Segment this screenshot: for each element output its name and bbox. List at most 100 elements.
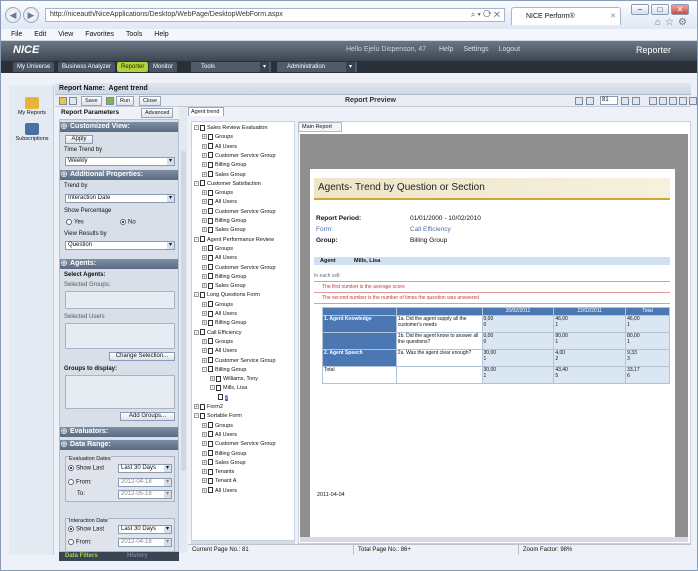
logout-link[interactable]: Logout: [499, 46, 520, 53]
apply-button[interactable]: Apply: [65, 135, 93, 144]
int-show-last-radio[interactable]: Show Last: [68, 526, 104, 533]
expand-icon[interactable]: +: [202, 431, 207, 437]
export-icon[interactable]: [659, 97, 667, 105]
agents-header[interactable]: Agents:: [60, 259, 178, 269]
expand-icon[interactable]: +: [202, 320, 207, 326]
expand-icon[interactable]: +: [202, 162, 207, 168]
close-button[interactable]: Close: [139, 96, 162, 106]
tree-node[interactable]: + Billing Group: [202, 319, 247, 327]
expand-icon[interactable]: +: [202, 301, 207, 307]
customized-view-header[interactable]: Customized View:: [60, 122, 178, 132]
change-selection-button[interactable]: Change Selection...: [109, 352, 175, 361]
zoom-icon[interactable]: [669, 97, 677, 105]
browser-tab[interactable]: NICE Perform® ✕: [511, 7, 621, 25]
int-range-select[interactable]: Last 30 Days: [118, 525, 172, 534]
tree-tab[interactable]: Agent trend: [188, 107, 224, 116]
params-scrollbar[interactable]: [181, 151, 186, 471]
expand-icon[interactable]: +: [202, 469, 207, 475]
prev-page-icon[interactable]: [586, 97, 594, 105]
menu-favorites[interactable]: Favorites: [85, 29, 114, 41]
eval-range-select[interactable]: Last 30 Days: [118, 464, 172, 473]
tree-node[interactable]: + All Users: [202, 143, 237, 151]
expand-icon[interactable]: +: [202, 487, 207, 493]
expand-icon[interactable]: +: [202, 134, 207, 140]
menu-view[interactable]: View: [58, 29, 73, 41]
tree-node[interactable]: + Billing Group: [202, 217, 247, 225]
tree-node[interactable]: + Sales Group: [202, 226, 246, 234]
expand-icon[interactable]: +: [202, 357, 207, 363]
tree-node[interactable]: - Sortable Form: [194, 412, 242, 420]
next-page-icon[interactable]: [621, 97, 629, 105]
time-trend-select[interactable]: Weekly: [65, 157, 175, 166]
tree-node[interactable]: + Sales Group: [202, 459, 246, 467]
expand-icon[interactable]: +: [202, 255, 207, 261]
tree-node[interactable]: + Billing Group: [202, 273, 247, 281]
expand-icon[interactable]: +: [202, 227, 207, 233]
save-button[interactable]: Save: [81, 96, 102, 106]
tree-node[interactable]: + Tenant A: [202, 477, 236, 485]
expand-icon[interactable]: +: [202, 245, 207, 251]
tree-node[interactable]: + All Users: [202, 254, 237, 262]
maximize-icon[interactable]: □: [651, 4, 669, 15]
tree-node[interactable]: - Customer Satisfaction: [194, 180, 261, 188]
expand-icon[interactable]: +: [202, 478, 207, 484]
tree-node[interactable]: - Call Efficiency: [194, 329, 241, 337]
edit-icon[interactable]: [59, 97, 67, 105]
expand-icon[interactable]: +: [202, 218, 207, 224]
expand-icon[interactable]: +: [202, 441, 207, 447]
trend-by-select[interactable]: Interaction Date: [65, 194, 175, 203]
tree-node[interactable]: + All Users: [202, 310, 237, 318]
first-page-icon[interactable]: [575, 97, 583, 105]
collapse-icon[interactable]: -: [194, 125, 199, 131]
tree-node[interactable]: + Customer Service Group: [202, 208, 276, 216]
tree-node[interactable]: + Form2: [194, 403, 223, 411]
forward-icon[interactable]: ▶: [23, 7, 39, 23]
collapse-icon[interactable]: -: [194, 292, 199, 298]
expand-icon[interactable]: +: [202, 152, 207, 158]
expand-icon[interactable]: +: [202, 283, 207, 289]
expand-icon[interactable]: +: [202, 422, 207, 428]
tree-node[interactable]: - Billing Group: [202, 366, 247, 374]
expand-icon[interactable]: +: [202, 459, 207, 465]
run-icon[interactable]: [106, 97, 114, 105]
browser-tools-icons[interactable]: ⌂☆⚙: [655, 17, 691, 28]
tree-node[interactable]: + Customer Service Group: [202, 264, 276, 272]
tab-history[interactable]: History: [127, 552, 148, 561]
expand-icon[interactable]: +: [202, 190, 207, 196]
tree-node[interactable]: + Customer Service Group: [202, 152, 276, 160]
collapse-icon[interactable]: -: [210, 385, 215, 391]
tree-node[interactable]: + Groups: [202, 301, 233, 309]
expand-icon[interactable]: +: [194, 404, 199, 410]
eval-to-date[interactable]: 2012-05-18: [118, 490, 172, 499]
eval-from-radio[interactable]: From:: [68, 479, 92, 486]
tree-node[interactable]: + Sales Group: [202, 171, 246, 179]
tree-node[interactable]: - Mills, Lisa: [210, 384, 247, 392]
add-groups-button[interactable]: Add Groups...: [120, 412, 175, 421]
selected-groups-list[interactable]: [65, 291, 175, 309]
tree-node[interactable]: + Sales Group: [202, 282, 246, 290]
minimize-icon[interactable]: –: [631, 4, 649, 15]
open-icon[interactable]: [69, 97, 77, 105]
collapse-icon[interactable]: -: [202, 366, 207, 372]
expand-icon[interactable]: +: [202, 450, 207, 456]
tree-node[interactable]: - Long Questions Form: [194, 291, 260, 299]
additional-properties-header[interactable]: Additional Properties:: [60, 170, 178, 180]
menu-file[interactable]: File: [11, 29, 22, 41]
expand-icon[interactable]: +: [202, 311, 207, 317]
expand-icon[interactable]: +: [202, 171, 207, 177]
run-button[interactable]: Run: [116, 96, 135, 106]
module-business-analyzer[interactable]: Business Analyzer: [58, 62, 116, 72]
collapse-icon[interactable]: -: [194, 180, 199, 186]
tree-node[interactable]: + Groups: [202, 189, 233, 197]
menu-edit[interactable]: Edit: [34, 29, 46, 41]
module-my-universe[interactable]: My Universe: [13, 62, 55, 72]
tree-node[interactable]: + Groups: [202, 245, 233, 253]
nav-subscriptions[interactable]: Subscriptions: [14, 123, 50, 142]
tree-node[interactable]: + Williams, Tony: [210, 375, 258, 383]
tree-node[interactable]: + Billing Group: [202, 450, 247, 458]
percentage-yes-radio[interactable]: Yes: [66, 219, 84, 226]
tab-data-filters[interactable]: Data Filters: [65, 552, 98, 561]
tree-node[interactable]: + All Users: [202, 431, 237, 439]
percentage-no-radio[interactable]: No: [120, 219, 136, 226]
help-link[interactable]: Help: [439, 46, 453, 53]
